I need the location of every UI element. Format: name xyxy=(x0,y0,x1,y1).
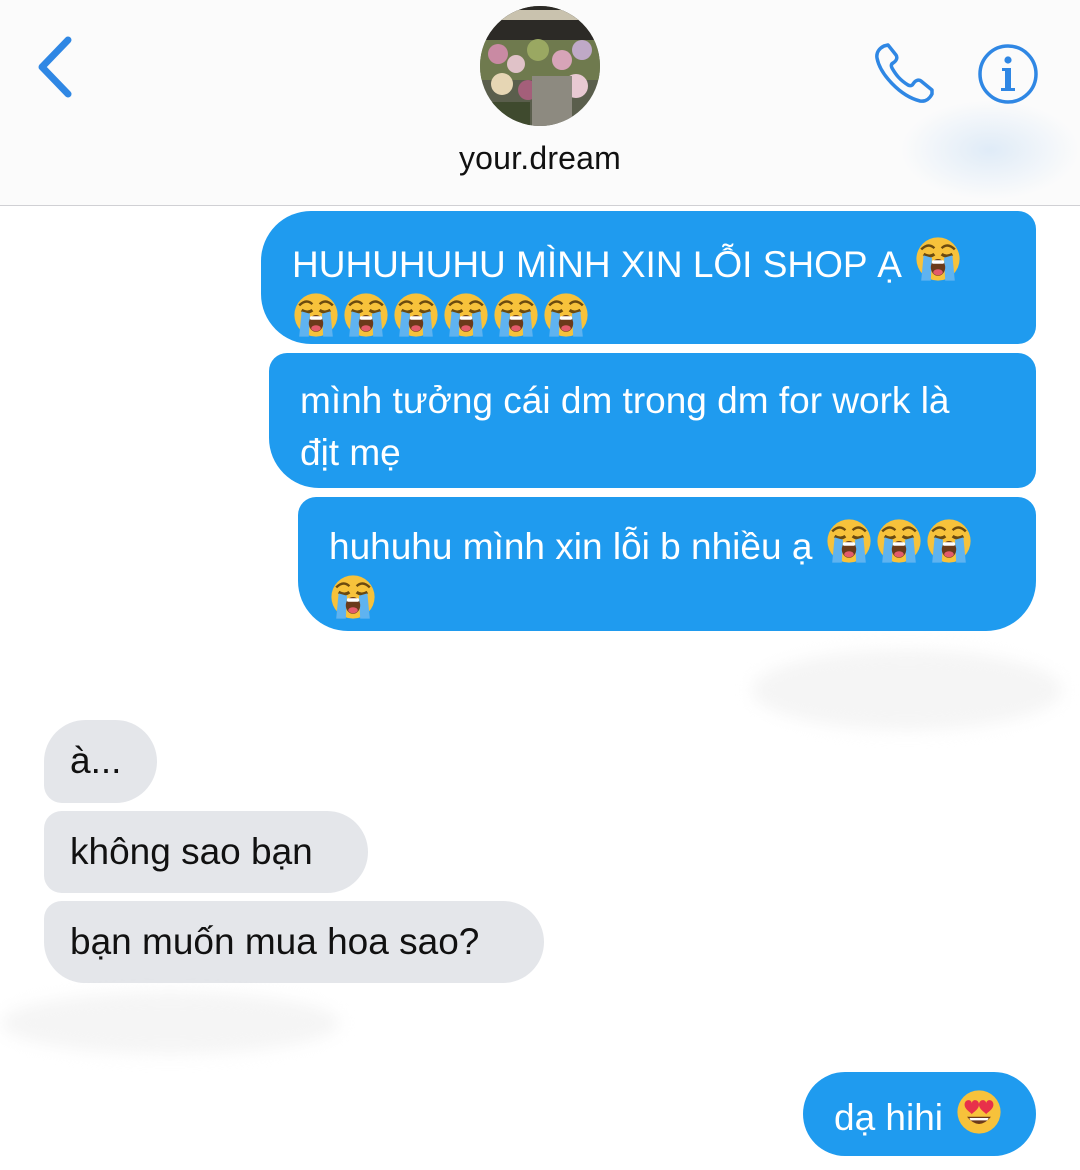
loudly-crying-face-emoji xyxy=(442,291,490,339)
message-text: huhuhu mình xin lỗi b nhiều ạ xyxy=(329,526,813,567)
blurred-area xyxy=(0,992,340,1054)
chat-screen: your.dream HUHUHUHU MÌNH XIN LỖI SHOP Ạ … xyxy=(0,0,1080,1170)
back-chevron-icon[interactable] xyxy=(30,34,80,100)
loudly-crying-face-emoji xyxy=(292,291,340,339)
loudly-crying-face-emoji xyxy=(875,517,923,565)
message-bubble-incoming[interactable]: bạn muốn mua hoa sao? xyxy=(44,901,544,983)
loudly-crying-face-emoji xyxy=(825,517,873,565)
smiling-face-with-heart-eyes-emoji xyxy=(955,1088,1003,1136)
phone-icon[interactable] xyxy=(872,40,938,106)
loudly-crying-face-emoji xyxy=(342,291,390,339)
loudly-crying-face-emoji xyxy=(925,517,973,565)
message-bubble-outgoing[interactable]: HUHUHUHU MÌNH XIN LỖI SHOP Ạ xyxy=(261,211,1036,344)
blurred-area xyxy=(752,650,1062,730)
message-bubble-outgoing[interactable]: huhuhu mình xin lỗi b nhiều ạ xyxy=(298,497,1036,631)
loudly-crying-face-emoji xyxy=(914,235,962,283)
contact-name[interactable]: your.dream xyxy=(0,140,1080,177)
loudly-crying-face-emoji xyxy=(542,291,590,339)
message-bubble-incoming[interactable]: à... xyxy=(44,720,157,803)
message-text: mình tưởng cái dm trong dm for work là xyxy=(300,380,950,421)
message-text: bạn muốn mua hoa sao? xyxy=(70,921,480,962)
message-text: HUHUHUHU MÌNH XIN LỖI SHOP Ạ xyxy=(292,244,902,285)
loudly-crying-face-emoji xyxy=(329,573,377,621)
message-bubble-incoming[interactable]: không sao bạn xyxy=(44,811,368,893)
message-text: không sao bạn xyxy=(70,831,313,872)
message-bubble-outgoing[interactable]: mình tưởng cái dm trong dm for work là đ… xyxy=(269,353,1036,488)
conversation-header: your.dream xyxy=(0,0,1080,206)
message-text: dạ hihi xyxy=(834,1097,944,1138)
message-text: địt mẹ xyxy=(300,432,401,473)
loudly-crying-face-emoji xyxy=(492,291,540,339)
message-text: à... xyxy=(70,740,122,781)
info-icon[interactable] xyxy=(976,42,1040,106)
loudly-crying-face-emoji xyxy=(392,291,440,339)
contact-avatar[interactable] xyxy=(480,6,600,126)
message-bubble-outgoing[interactable]: dạ hihi xyxy=(803,1072,1036,1156)
